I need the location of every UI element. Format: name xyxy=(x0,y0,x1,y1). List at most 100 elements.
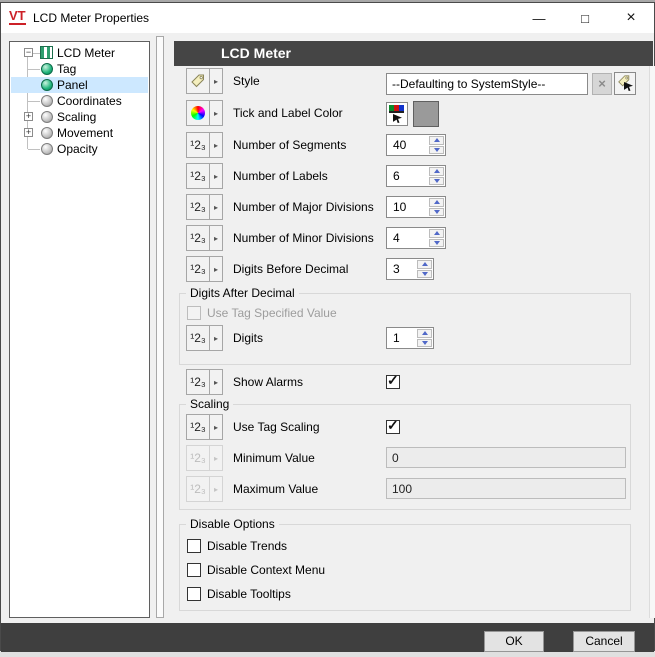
tree-scrollbar[interactable] xyxy=(156,36,164,618)
spin-buttons xyxy=(416,328,433,348)
arrow-up-icon xyxy=(434,138,440,142)
tree-item-label: Panel xyxy=(57,78,88,92)
spin-up-button[interactable] xyxy=(429,167,444,176)
major-divisions-label: Number of Major Divisions xyxy=(233,194,374,220)
disable-tooltips-label: Disable Tooltips xyxy=(207,587,291,602)
collapse-icon[interactable]: − xyxy=(24,48,33,57)
spin-down-button[interactable] xyxy=(429,177,444,186)
arrow-down-icon xyxy=(434,179,440,183)
disable-context-menu-checkbox[interactable] xyxy=(187,563,201,577)
number-icon: ¹2₃ xyxy=(186,445,210,471)
spin-up-button[interactable] xyxy=(429,136,444,145)
show-alarms-expression-button[interactable]: ¹2₃ ▸ xyxy=(186,369,223,395)
chevron-right-icon: ▸ xyxy=(210,445,223,471)
maximum-value-input xyxy=(386,478,626,499)
spin-up-button[interactable] xyxy=(417,260,432,269)
expand-icon[interactable]: + xyxy=(24,112,33,121)
digits-before-expression-button[interactable]: ¹2₃ ▸ xyxy=(186,256,223,282)
tree-item-coordinates[interactable]: Coordinates xyxy=(11,93,148,109)
panel-scrollbar[interactable] xyxy=(649,66,655,618)
tick-color-swatch[interactable] xyxy=(413,101,439,127)
use-tag-scaling-checkbox[interactable]: ✓ xyxy=(386,420,400,434)
segments-expression-button[interactable]: ¹2₃ ▸ xyxy=(186,132,223,158)
tree-item-panel[interactable]: Panel xyxy=(11,77,148,93)
arrow-up-icon xyxy=(434,231,440,235)
style-input[interactable] xyxy=(386,73,588,95)
chevron-right-icon: ▸ xyxy=(210,225,223,251)
close-button[interactable]: × xyxy=(608,3,654,33)
minor-divisions-spinner[interactable]: 4 xyxy=(386,227,446,249)
style-label: Style xyxy=(233,68,260,94)
tree-item-movement[interactable]: + Movement xyxy=(11,125,148,141)
spin-down-button[interactable] xyxy=(417,270,432,279)
scaling-legend: Scaling xyxy=(186,397,233,411)
panel-header: LCD Meter xyxy=(174,41,653,66)
chevron-right-icon: ▸ xyxy=(210,325,223,351)
digits-expression-button[interactable]: ¹2₃ ▸ xyxy=(186,325,223,351)
pick-style-button[interactable] xyxy=(614,72,636,95)
spin-up-button[interactable] xyxy=(429,229,444,238)
arrow-down-icon xyxy=(422,272,428,276)
maximum-value-label: Maximum Value xyxy=(233,476,318,502)
disable-trends-checkbox[interactable] xyxy=(187,539,201,553)
arrow-up-icon xyxy=(422,331,428,335)
spin-up-button[interactable] xyxy=(429,198,444,207)
ok-button[interactable]: OK xyxy=(484,631,544,652)
color-bars-icon xyxy=(389,105,404,113)
disable-trends-label: Disable Trends xyxy=(207,539,287,554)
spin-down-button[interactable] xyxy=(429,239,444,248)
show-alarms-checkbox[interactable]: ✓ xyxy=(386,375,400,389)
lcd-meter-icon xyxy=(40,46,53,59)
arrow-down-icon xyxy=(434,148,440,152)
clear-x-icon: × xyxy=(598,76,606,91)
footer-bar: OK Cancel xyxy=(1,623,654,652)
pick-tick-color-button[interactable] xyxy=(386,102,408,126)
labels-spinner[interactable]: 6 xyxy=(386,165,446,187)
use-tag-specified-value-checkbox[interactable] xyxy=(187,306,201,320)
use-tag-scaling-expression-button[interactable]: ¹2₃ ▸ xyxy=(186,414,223,440)
disable-tooltips-checkbox[interactable] xyxy=(187,587,201,601)
minimum-value-expression-button: ¹2₃ ▸ xyxy=(186,445,223,471)
tree-item-lcd-meter[interactable]: − LCD Meter xyxy=(11,45,148,61)
digits-after-decimal-legend: Digits After Decimal xyxy=(186,286,299,300)
spin-down-button[interactable] xyxy=(429,146,444,155)
chevron-right-icon: ▸ xyxy=(210,68,223,94)
spin-down-button[interactable] xyxy=(417,339,432,348)
clear-style-button[interactable]: × xyxy=(592,73,612,95)
number-icon: ¹2₃ xyxy=(186,414,210,440)
green-dot-icon xyxy=(41,63,53,75)
window-title: LCD Meter Properties xyxy=(33,3,149,33)
major-divisions-expression-button[interactable]: ¹2₃ ▸ xyxy=(186,194,223,220)
tree-item-label: Movement xyxy=(57,126,113,140)
labels-expression-button[interactable]: ¹2₃ ▸ xyxy=(186,163,223,189)
cancel-button[interactable]: Cancel xyxy=(573,631,635,652)
use-tag-scaling-label: Use Tag Scaling xyxy=(233,414,320,440)
tree-item-tag[interactable]: Tag xyxy=(11,61,148,77)
maximize-button[interactable]: □ xyxy=(562,3,608,33)
minimize-button[interactable]: — xyxy=(516,3,562,33)
chevron-right-icon: ▸ xyxy=(210,256,223,282)
segments-value: 40 xyxy=(387,135,428,155)
spin-down-button[interactable] xyxy=(429,208,444,217)
digits-spinner[interactable]: 1 xyxy=(386,327,434,349)
spin-buttons xyxy=(428,166,445,186)
window-controls: — □ × xyxy=(516,3,654,33)
chevron-right-icon: ▸ xyxy=(210,163,223,189)
segments-label: Number of Segments xyxy=(233,132,346,158)
number-icon: ¹2₃ xyxy=(186,476,210,502)
digits-before-spinner[interactable]: 3 xyxy=(386,258,434,280)
color-expression-button[interactable]: ▸ xyxy=(186,100,223,126)
spin-up-button[interactable] xyxy=(417,329,432,338)
major-divisions-spinner[interactable]: 10 xyxy=(386,196,446,218)
minor-divisions-expression-button[interactable]: ¹2₃ ▸ xyxy=(186,225,223,251)
tree-item-scaling[interactable]: + Scaling xyxy=(11,109,148,125)
expand-icon[interactable]: + xyxy=(24,128,33,137)
chevron-right-icon: ▸ xyxy=(210,414,223,440)
style-tag-button[interactable]: ▸ xyxy=(186,68,223,94)
tree-item-opacity[interactable]: Opacity xyxy=(11,141,148,157)
number-icon: ¹2₃ xyxy=(186,256,210,282)
segments-spinner[interactable]: 40 xyxy=(386,134,446,156)
chevron-right-icon: ▸ xyxy=(210,369,223,395)
arrow-up-icon xyxy=(434,200,440,204)
chevron-right-icon: ▸ xyxy=(210,194,223,220)
